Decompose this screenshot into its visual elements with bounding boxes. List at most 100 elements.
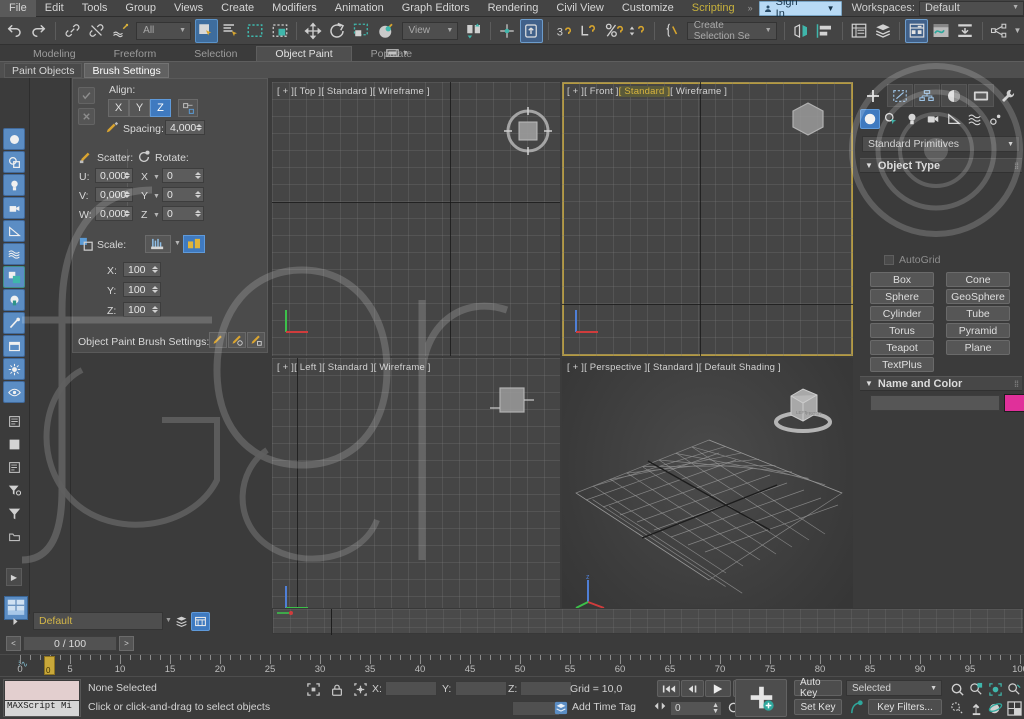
menu-rendering[interactable]: Rendering — [479, 0, 548, 17]
object-type-rollout-header[interactable]: ▼ Object Type ⁞⁞ — [860, 158, 1022, 173]
ribbon-tab-freeform[interactable]: Freeform — [95, 46, 176, 61]
spinner-arrows-icon[interactable] — [150, 303, 159, 316]
scatter-w-spinner[interactable]: 0,000 — [95, 206, 133, 221]
previous-frame-icon[interactable] — [681, 680, 704, 697]
create-tab[interactable] — [860, 84, 886, 107]
add-time-tag-label[interactable]: Add Time Tag — [572, 701, 636, 713]
angle-snap-icon[interactable] — [578, 19, 601, 43]
autogrid-checkbox[interactable] — [884, 255, 894, 265]
frame-prev-button[interactable]: < — [6, 636, 21, 651]
hierarchy-tab[interactable] — [914, 84, 940, 107]
chevron-down-icon[interactable]: ▼ — [153, 174, 160, 181]
brush-preset-1-icon[interactable] — [209, 332, 227, 348]
autogrid-row[interactable]: AutoGrid — [884, 254, 940, 266]
utilities-tab[interactable] — [995, 84, 1021, 107]
spinner-arrows-icon[interactable] — [150, 283, 159, 296]
select-and-rotate-icon[interactable] — [326, 19, 349, 43]
time-slider-handle[interactable]: 0 — [44, 656, 55, 675]
lights-icon[interactable] — [902, 109, 922, 129]
scale-z-spinner[interactable]: 100 — [123, 302, 161, 317]
display-tab[interactable] — [968, 84, 994, 107]
auto-key-button[interactable]: Auto Key — [794, 680, 842, 696]
render-to-texture-icon[interactable] — [954, 19, 977, 43]
cone-button[interactable]: Cone — [946, 272, 1010, 287]
ribbon-tab-modeling[interactable]: Modeling — [14, 46, 95, 61]
coord-z-input[interactable] — [520, 681, 572, 696]
sphere-button[interactable]: Sphere — [870, 289, 934, 304]
sign-in-button[interactable]: Sign In ▼ — [759, 1, 842, 16]
scatter-u-spinner[interactable]: 0,000 — [95, 168, 133, 183]
ribbon-subtab-paint-objects[interactable]: Paint Objects — [4, 63, 82, 78]
scene-explorer-scroll-right[interactable]: ▶ — [6, 568, 22, 586]
cylinder-button[interactable]: Cylinder — [870, 306, 934, 321]
menu-customize[interactable]: Customize — [613, 0, 683, 17]
geosphere-button[interactable]: GeoSphere — [946, 289, 1010, 304]
menu-create[interactable]: Create — [212, 0, 263, 17]
chevron-down-icon[interactable]: ▼ — [402, 50, 409, 57]
display-list-icon[interactable] — [3, 410, 25, 432]
rotate-z-spinner[interactable]: 0 — [162, 206, 204, 221]
groups-filter-icon[interactable] — [3, 266, 25, 288]
pyramid-button[interactable]: Pyramid — [946, 323, 1010, 338]
chevron-down-icon[interactable]: ▼ — [153, 212, 160, 219]
ribbon-tab-object-paint[interactable]: Object Paint — [256, 46, 351, 61]
zoom-region-icon[interactable] — [1005, 681, 1024, 698]
filter-funnel-icon[interactable] — [3, 479, 25, 501]
plane-button[interactable]: Plane — [946, 340, 1010, 355]
use-pivot-point-icon[interactable] — [495, 19, 518, 43]
bind-space-warp-icon[interactable] — [109, 19, 132, 43]
menu-graph-editors[interactable]: Graph Editors — [393, 0, 479, 17]
align-icon[interactable] — [814, 19, 837, 43]
box-button[interactable]: Box — [870, 272, 934, 287]
spinner-arrows-icon[interactable] — [122, 169, 131, 182]
scale-y-spinner[interactable]: 100 — [123, 282, 161, 297]
menu-file[interactable]: File — [0, 0, 36, 17]
curve-editor-icon[interactable] — [929, 19, 952, 43]
coord-x-input[interactable] — [385, 681, 437, 696]
undo-icon[interactable] — [3, 19, 26, 43]
ribbon-subtab-brush-settings[interactable]: Brush Settings — [84, 63, 168, 78]
shapes-icon[interactable] — [881, 109, 901, 129]
zoom-all-icon[interactable] — [967, 681, 986, 698]
modify-tab[interactable] — [887, 84, 913, 107]
textplus-button[interactable]: TextPlus — [870, 357, 934, 372]
snaps-toggle-icon[interactable] — [520, 19, 543, 43]
frame-readout[interactable]: 0 / 100 — [23, 636, 117, 651]
containers-filter-icon[interactable] — [3, 335, 25, 357]
scale-mode-flyout-icon[interactable] — [145, 235, 171, 253]
spinner-snap-icon[interactable] — [626, 19, 649, 43]
helpers-icon[interactable] — [944, 109, 964, 129]
geometry-icon[interactable] — [860, 109, 880, 129]
layer-explorer-toggle-icon[interactable] — [191, 612, 210, 631]
cameras-filter-icon[interactable] — [3, 197, 25, 219]
brush-cancel-button[interactable] — [78, 108, 95, 125]
view-cube-icon[interactable]: LEFT FRONT — [771, 380, 835, 436]
visibility-filter-icon[interactable] — [3, 381, 25, 403]
field-of-view-icon[interactable] — [948, 700, 967, 717]
select-and-place-icon[interactable] — [375, 19, 398, 43]
maxscript-input[interactable] — [5, 681, 79, 700]
perspective-viewport-label[interactable]: [ + ][ Perspective ][ Standard ][ Defaul… — [567, 362, 781, 373]
zoom-icon[interactable] — [948, 681, 967, 698]
select-by-name-icon[interactable] — [219, 19, 242, 43]
scatter-v-spinner[interactable]: 0,000 — [95, 187, 133, 202]
percent-snap-icon[interactable] — [602, 19, 625, 43]
use-center-flyout-icon[interactable] — [462, 19, 485, 43]
animation-frame-stepper[interactable] — [653, 701, 667, 711]
scene-explorer-icon[interactable] — [871, 19, 894, 43]
object-color-swatch[interactable] — [1004, 394, 1024, 412]
mirror-icon[interactable] — [789, 19, 812, 43]
zoom-extents-icon[interactable] — [986, 681, 1005, 698]
layer-select[interactable]: Default — [33, 612, 163, 630]
align-y-button[interactable]: Y — [129, 99, 150, 117]
select-link-icon[interactable] — [60, 19, 83, 43]
select-object-icon[interactable] — [195, 19, 218, 43]
menu-group[interactable]: Group — [116, 0, 165, 17]
play-animation-icon[interactable] — [705, 680, 731, 697]
object-category-select[interactable]: Standard Primitives ▼ — [862, 136, 1020, 152]
selection-filter-select[interactable]: All ▼ — [136, 22, 191, 40]
bones-filter-icon[interactable] — [3, 312, 25, 334]
align-x-button[interactable]: X — [108, 99, 129, 117]
geometry-filter-icon[interactable] — [3, 128, 25, 150]
key-selection-select[interactable]: Selected ▼ — [846, 680, 942, 696]
